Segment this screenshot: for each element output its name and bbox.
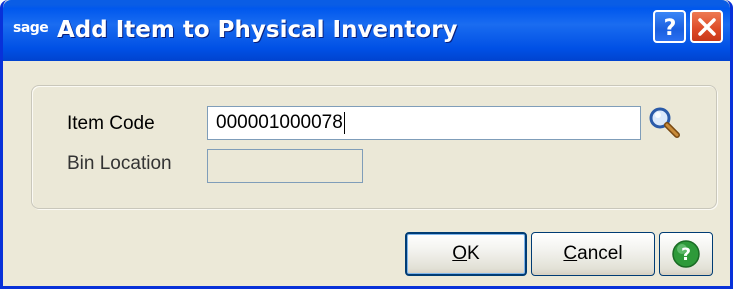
text-caret [343,112,345,134]
title-bar[interactable]: sage Add Item to Physical Inventory ? [3,0,730,61]
bin-location-input[interactable] [207,149,363,183]
svg-text:?: ? [681,245,691,265]
close-x-icon [697,17,716,36]
question-mark-icon: ? [663,16,676,39]
item-code-input[interactable]: 000001000078 [207,106,641,140]
close-button[interactable] [690,10,723,43]
item-code-value: 000001000078 [216,112,343,133]
cancel-button[interactable]: Cancel [531,232,655,276]
sage-logo: sage [13,20,49,36]
item-code-label: Item Code [67,113,155,134]
ok-label: K [467,243,480,264]
window-title: Add Item to Physical Inventory [57,17,458,43]
ok-label-accel: O [452,243,468,264]
svg-text:?: ? [663,16,676,39]
dialog-content: Item Code 000001000078 Bin Location OK C… [3,61,730,286]
dialog-window: sage Add Item to Physical Inventory ? It… [0,0,733,289]
green-help-icon: ? [672,240,700,268]
title-help-button[interactable]: ? [653,10,686,43]
ok-button[interactable]: OK [405,232,527,276]
bin-location-label: Bin Location [67,153,172,174]
cancel-label-accel: C [563,243,578,264]
magnifier-icon[interactable] [646,104,682,140]
item-groupbox [31,85,717,209]
cancel-label: ancel [577,243,623,264]
help-button[interactable]: ? [659,232,713,276]
